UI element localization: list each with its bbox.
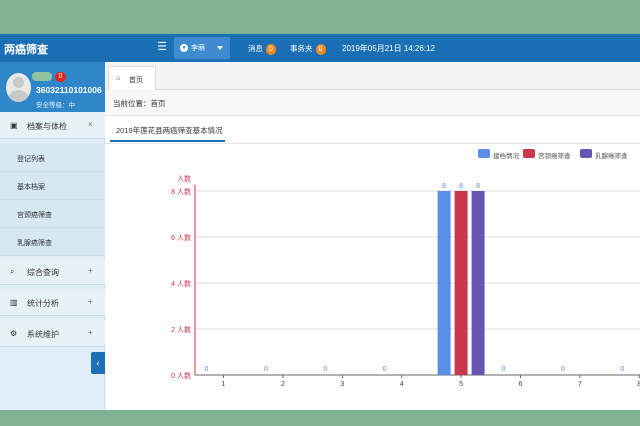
datetime: 2019年05月21日 14:26:12 — [342, 44, 435, 53]
user-id: 360321101010​06 — [36, 85, 102, 95]
sidebar-group-label: 档案与体检 — [27, 122, 67, 131]
bar — [437, 191, 451, 375]
profile-card: 0 360321101010​06 安全等级：中 — [0, 62, 105, 112]
home-icon: ⌂ — [116, 75, 121, 82]
tab-bar: ⌂ 首页 — [105, 62, 640, 90]
footer-strip — [0, 410, 640, 426]
legend-swatch — [478, 149, 490, 158]
legend-label: 乳腺癌筛查 — [595, 153, 628, 160]
breadcrumb-text: 当前位置：首页 — [113, 99, 166, 108]
messages-label: 消息 — [248, 44, 263, 53]
user-dropdown[interactable]: ● 李萌 — [174, 37, 230, 59]
security-level: 安全等级：中 — [36, 102, 75, 109]
sidebar-group-archives[interactable]: ▣ 档案与体检 × — [0, 112, 105, 139]
data-label: 0 — [502, 366, 506, 373]
legend-label: 宫颈癌筛查 — [538, 153, 571, 160]
file-icon: ▣ — [10, 121, 18, 130]
messages-link[interactable]: 消息 0 — [248, 43, 276, 55]
app-title: 两癌筛查 — [4, 44, 48, 56]
data-label: 0 — [561, 366, 565, 373]
expand-icon[interactable]: + — [88, 297, 93, 306]
sidebar-group-system[interactable]: ⚙ 系统维护 + — [0, 320, 105, 347]
bar — [471, 191, 485, 375]
chart-svg: 0 人数2 人数4 人数6 人数8 人数人数1 2 3 4 5 6 7 80 0 0 08 8 80 0 0 — [171, 174, 640, 388]
messages-badge: 0 — [266, 43, 276, 55]
x-tick-label: 1 — [222, 381, 226, 388]
data-label: 8 — [459, 183, 463, 190]
affairs-label: 事务夹 — [290, 44, 313, 53]
legend-swatch — [523, 149, 535, 158]
data-label: 0 — [323, 366, 327, 373]
bar-chart-icon: ▥ — [10, 298, 18, 307]
hamburger-icon[interactable]: ☰ — [156, 40, 168, 54]
y-tick-label: 8 人数 — [171, 187, 191, 196]
legend-label: 建档情况 — [493, 153, 519, 160]
sidebar-group-statistics[interactable]: ▥ 统计分析 + — [0, 289, 105, 316]
close-icon[interactable]: × — [88, 120, 93, 129]
data-label: 0 — [383, 366, 387, 373]
x-tick-label: 7 — [578, 381, 582, 388]
gear-icon: ⚙ — [10, 329, 18, 338]
notification-badge[interactable]: 0 — [55, 72, 66, 82]
sidebar-group-label: 系统维护 — [27, 330, 59, 339]
x-tick-label: 4 — [400, 381, 404, 388]
x-tick-label: 3 — [340, 381, 344, 388]
data-label: 0 — [620, 366, 624, 373]
sidebar-item-basic-archive[interactable]: 基本档案 — [0, 172, 105, 200]
user-name: 李萌 — [191, 45, 205, 52]
user-name-redacted — [32, 72, 52, 81]
sidebar-group-label: 统计分析 — [27, 299, 59, 308]
tab-home[interactable]: ⌂ 首页 — [108, 66, 156, 90]
sidebar: 0 360321101010​06 安全等级：中 ▣ 档案与体检 × 登记列表 … — [0, 62, 105, 410]
caret-down-icon — [217, 46, 223, 50]
sidebar-group-query[interactable]: ⌕ 综合查询 + — [0, 258, 105, 285]
collapse-sidebar-icon[interactable]: ‹ — [91, 352, 105, 374]
panel-tab[interactable]: 2019年莲花县两癌筛查基本情况 — [110, 118, 225, 142]
data-label: 8 — [442, 183, 446, 190]
expand-icon[interactable]: + — [88, 328, 93, 337]
sidebar-item-register-list[interactable]: 登记列表 — [0, 144, 105, 172]
y-tick-label: 2 人数 — [171, 325, 191, 334]
x-tick-label: 5 — [459, 381, 463, 388]
data-label: 0 — [205, 366, 209, 373]
data-label: 0 — [264, 366, 268, 373]
sidebar-group-label: 综合查询 — [27, 268, 59, 277]
search-icon: ⌕ — [10, 267, 15, 276]
y-tick-label: 0 人数 — [171, 371, 191, 380]
user-icon: ● — [180, 44, 188, 52]
panel-title: 2019年莲花县两癌筛查基本情况 — [116, 126, 223, 135]
y-axis-label: 人数 — [177, 174, 191, 183]
breadcrumb: 当前位置：首页 — [105, 90, 640, 116]
legend-swatch — [580, 149, 592, 158]
top-bar: 两癌筛查 ☰ ● 李萌 消息 0 事务夹 0 2019年05月21日 14:26:1… — [0, 34, 640, 62]
affairs-badge: 0 — [315, 43, 326, 55]
bar-chart: 建档情况 宫颈癌筛查 乳腺癌筛查 0 人数 2 人数 4 人数 6 人数 8 人数 人数 1 2 3… — [105, 144, 640, 410]
y-tick-label: 6 人数 — [171, 233, 191, 242]
x-tick-label: 2 — [281, 381, 285, 388]
y-tick-label: 4 人数 — [171, 279, 191, 288]
sidebar-item-cervical-screening[interactable]: 宫颈癌筛查 — [0, 200, 105, 228]
sidebar-item-breast-screening[interactable]: 乳腺癌筛查 — [0, 228, 105, 256]
bar — [454, 191, 468, 375]
expand-icon[interactable]: + — [88, 266, 93, 275]
x-tick-label: 6 — [519, 381, 523, 388]
tab-home-label: 首页 — [129, 77, 143, 84]
avatar[interactable] — [6, 73, 31, 102]
affairs-link[interactable]: 事务夹 0 — [290, 43, 326, 55]
data-label: 8 — [476, 183, 480, 190]
